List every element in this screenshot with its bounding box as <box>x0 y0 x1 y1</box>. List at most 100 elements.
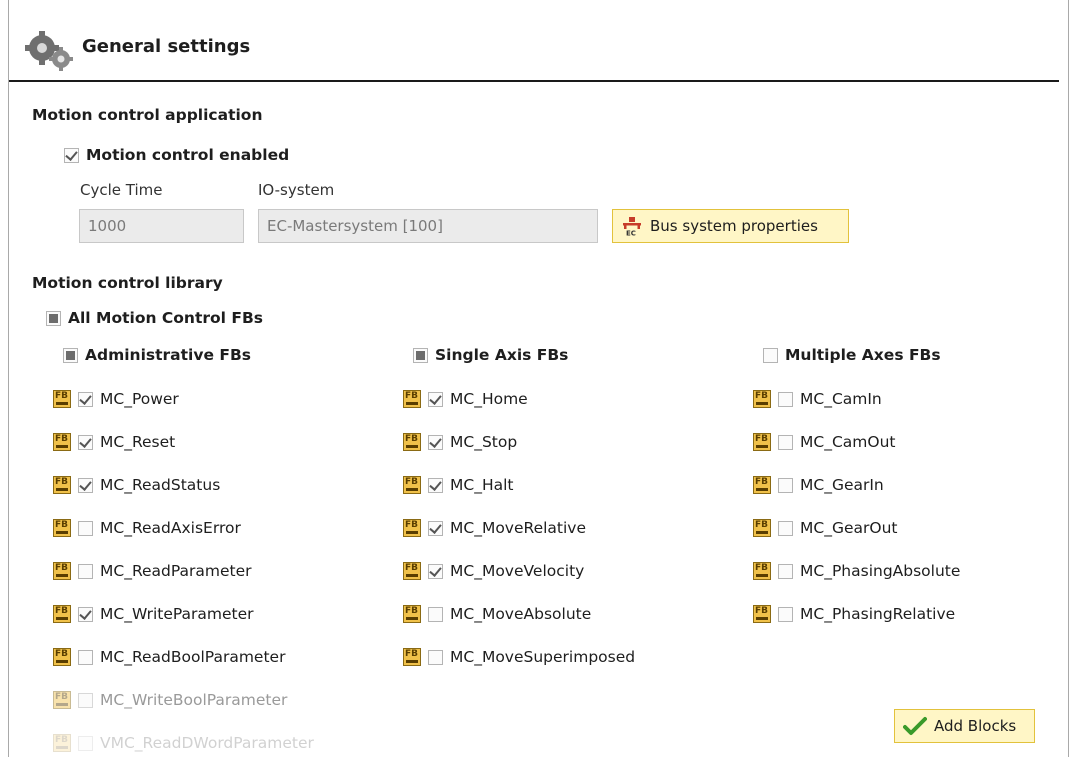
fb-item[interactable]: MC_ReadStatus <box>53 472 220 498</box>
add-blocks-label: Add Blocks <box>934 717 1017 735</box>
fb-item-label: MC_CamIn <box>800 390 882 408</box>
function-block-icon <box>403 605 421 623</box>
fb-group-checkbox[interactable] <box>63 347 78 363</box>
motion-enabled-label: Motion control enabled <box>86 146 290 164</box>
fb-item[interactable]: MC_MoveSuperimposed <box>403 644 635 670</box>
bus-system-properties-button[interactable]: EC Bus system properties <box>612 209 849 243</box>
svg-text:EC: EC <box>626 230 636 237</box>
fb-item[interactable]: MC_ReadBoolParameter <box>53 644 285 670</box>
fb-item-checkbox[interactable] <box>78 520 93 536</box>
all-motion-fbs-check[interactable] <box>46 310 61 326</box>
fb-item-checkbox[interactable] <box>428 391 443 407</box>
fb-item-checkbox[interactable] <box>78 606 93 622</box>
function-block-icon <box>753 519 771 537</box>
fb-item[interactable]: MC_WriteBoolParameter <box>53 687 287 713</box>
fb-item-checkbox[interactable] <box>778 391 793 407</box>
function-block-icon <box>53 648 71 666</box>
function-block-icon <box>753 433 771 451</box>
fb-item-checkbox[interactable] <box>78 477 93 493</box>
fb-item[interactable]: MC_Home <box>403 386 528 412</box>
fb-item[interactable]: MC_PhasingAbsolute <box>753 558 960 584</box>
fb-item-label: MC_GearOut <box>800 519 898 537</box>
fb-item-label: MC_ReadStatus <box>100 476 221 494</box>
header-divider <box>9 80 1059 82</box>
page-title: General settings <box>82 36 251 57</box>
fb-item-checkbox[interactable] <box>428 649 443 665</box>
fb-item[interactable]: MC_CamIn <box>753 386 882 412</box>
fb-group-checkbox[interactable] <box>763 347 778 363</box>
function-block-icon <box>53 476 71 494</box>
fb-item[interactable]: MC_Stop <box>403 429 517 455</box>
fb-item-checkbox[interactable] <box>778 520 793 536</box>
fb-item-label: MC_MoveRelative <box>450 519 587 537</box>
fb-item[interactable]: VMC_ReadDWordParameter <box>53 730 314 756</box>
fb-item-label: MC_MoveVelocity <box>450 562 585 580</box>
fb-item[interactable]: MC_MoveRelative <box>403 515 586 541</box>
function-block-icon <box>53 390 71 408</box>
io-system-label: IO-system <box>258 181 335 199</box>
fb-group-2[interactable]: Multiple Axes FBs <box>763 342 941 368</box>
fb-item[interactable]: MC_WriteParameter <box>53 601 254 627</box>
fb-item[interactable]: MC_ReadAxisError <box>53 515 241 541</box>
fb-item-label: VMC_ReadDWordParameter <box>100 734 314 752</box>
cycle-time-field[interactable]: 1000 <box>79 209 244 243</box>
fb-item-checkbox[interactable] <box>428 434 443 450</box>
header: General settings <box>24 22 1054 72</box>
function-block-icon <box>403 476 421 494</box>
fb-item-checkbox[interactable] <box>778 606 793 622</box>
fb-item-checkbox[interactable] <box>428 477 443 493</box>
fb-item-checkbox[interactable] <box>778 477 793 493</box>
fb-item-label: MC_Stop <box>450 433 518 451</box>
function-block-icon <box>53 734 71 752</box>
fb-item[interactable]: MC_Reset <box>53 429 175 455</box>
function-block-icon <box>53 691 71 709</box>
motion-enabled-checkbox[interactable]: Motion control enabled <box>64 142 289 168</box>
function-block-icon <box>753 476 771 494</box>
fb-item-label: MC_ReadParameter <box>100 562 252 580</box>
fb-group-0[interactable]: Administrative FBs <box>63 342 251 368</box>
motion-app-title: Motion control application <box>32 106 263 124</box>
add-blocks-button[interactable]: Add Blocks <box>894 709 1035 743</box>
fb-group-label: Multiple Axes FBs <box>785 346 941 364</box>
fb-item[interactable]: MC_PhasingRelative <box>753 601 955 627</box>
fb-item[interactable]: MC_CamOut <box>753 429 895 455</box>
fb-item-checkbox <box>78 735 93 751</box>
fb-item-checkbox[interactable] <box>78 391 93 407</box>
function-block-icon <box>53 519 71 537</box>
fb-item[interactable]: MC_GearOut <box>753 515 897 541</box>
fb-item-label: MC_ReadBoolParameter <box>100 648 286 666</box>
fb-item-label: MC_WriteParameter <box>100 605 254 623</box>
fb-group-label: Single Axis FBs <box>435 346 569 364</box>
fb-item[interactable]: MC_Power <box>53 386 179 412</box>
function-block-icon <box>403 433 421 451</box>
fb-item-label: MC_ReadAxisError <box>100 519 241 537</box>
fb-item-checkbox[interactable] <box>428 520 443 536</box>
fb-item-checkbox[interactable] <box>78 434 93 450</box>
motion-library-title: Motion control library <box>32 274 223 292</box>
fb-item-checkbox[interactable] <box>428 606 443 622</box>
fb-item-checkbox[interactable] <box>778 563 793 579</box>
checkmark-icon <box>903 717 927 735</box>
fb-item[interactable]: MC_ReadParameter <box>53 558 252 584</box>
fb-item[interactable]: MC_Halt <box>403 472 513 498</box>
fb-group-1[interactable]: Single Axis FBs <box>413 342 568 368</box>
fb-item-checkbox[interactable] <box>78 649 93 665</box>
fb-item[interactable]: MC_MoveVelocity <box>403 558 584 584</box>
gears-icon <box>25 31 73 71</box>
function-block-icon <box>753 390 771 408</box>
fb-item-checkbox[interactable] <box>78 563 93 579</box>
fb-group-checkbox[interactable] <box>413 347 428 363</box>
fb-item-label: MC_GearIn <box>800 476 884 494</box>
fb-item-label: MC_PhasingRelative <box>800 605 956 623</box>
ec-bus-icon: EC <box>623 217 641 237</box>
all-motion-fbs-checkbox[interactable]: All Motion Control FBs <box>46 305 263 331</box>
cycle-time-label: Cycle Time <box>80 181 163 199</box>
io-system-field[interactable]: EC-Mastersystem [100] <box>258 209 598 243</box>
fb-item-label: MC_Halt <box>450 476 514 494</box>
fb-item-label: MC_CamOut <box>800 433 896 451</box>
fb-item-checkbox[interactable] <box>428 563 443 579</box>
fb-item[interactable]: MC_MoveAbsolute <box>403 601 591 627</box>
fb-item[interactable]: MC_GearIn <box>753 472 884 498</box>
fb-item-checkbox[interactable] <box>778 434 793 450</box>
motion-enabled-check[interactable] <box>64 147 79 163</box>
